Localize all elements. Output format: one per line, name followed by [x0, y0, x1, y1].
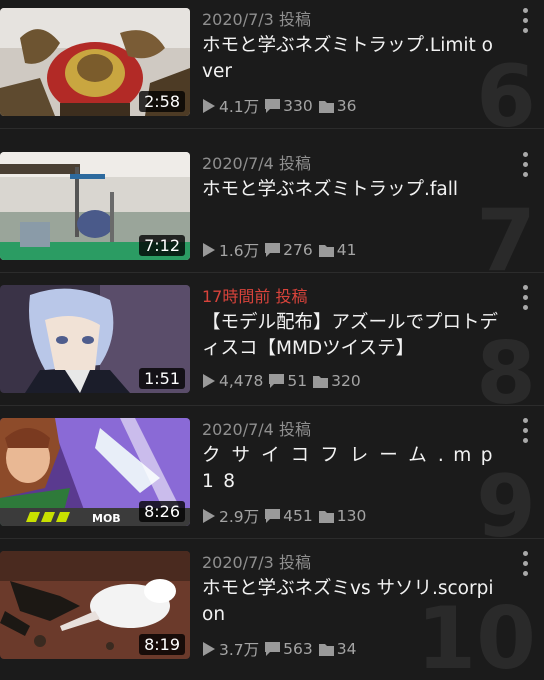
comment-icon: [265, 509, 281, 523]
list-item[interactable]: 7:12 2020/7/4 投稿 ホモと学ぶネズミトラップ.fall 7 1.6…: [0, 140, 544, 273]
list-item[interactable]: 1:51 17時間前 投稿 【モデル配布】アズールでプロトディスコ【MMDツイス…: [0, 273, 544, 406]
folder-icon: [318, 244, 334, 257]
play-icon: [203, 642, 215, 656]
video-thumbnail[interactable]: 7:12: [0, 152, 190, 260]
comment-count-value: 451: [283, 507, 313, 525]
video-thumbnail[interactable]: 1:51: [0, 285, 190, 393]
more-vertical-icon[interactable]: [518, 551, 532, 577]
more-vertical-icon[interactable]: [518, 285, 532, 311]
mylist-count: 36: [318, 97, 357, 115]
view-count: 3.7万: [202, 638, 259, 660]
comment-count: 451: [265, 507, 313, 525]
post-date: 2020/7/4 投稿: [202, 420, 311, 439]
mylist-count: 41: [318, 241, 357, 259]
more-vertical-icon[interactable]: [518, 418, 532, 444]
post-date: 2020/7/3 投稿: [202, 10, 311, 29]
video-duration: 2:58: [139, 91, 185, 112]
video-duration: 8:26: [139, 501, 185, 522]
comment-count: 276: [265, 241, 313, 259]
video-stats: 3.7万 563 34: [202, 638, 362, 660]
view-count-value: 1.6万: [219, 242, 260, 260]
comment-count-value: 563: [283, 640, 313, 658]
more-vertical-icon[interactable]: [518, 152, 532, 178]
view-count-value: 4,478: [219, 372, 264, 390]
comment-count: 563: [265, 640, 313, 658]
mylist-count-value: 34: [336, 640, 357, 658]
video-duration: 7:12: [139, 235, 185, 256]
comment-count-value: 51: [287, 372, 308, 390]
video-stats: 4,478 51 320: [202, 372, 367, 390]
list-item[interactable]: 2:58 2020/7/3 投稿 ホモと学ぶネズミトラップ.Limit over…: [0, 0, 544, 129]
folder-icon: [318, 510, 334, 523]
comment-icon: [269, 374, 285, 388]
comment-icon: [265, 243, 281, 257]
rank-number: 6: [476, 47, 536, 129]
post-date: 17時間前 投稿: [202, 287, 308, 306]
view-count-value: 2.9万: [219, 508, 260, 526]
comment-count-value: 330: [283, 97, 313, 115]
folder-icon: [318, 643, 334, 656]
mylist-count: 130: [318, 507, 367, 525]
view-count: 1.6万: [202, 239, 259, 261]
view-count-value: 3.7万: [219, 641, 260, 659]
video-stats: 2.9万 451 130: [202, 505, 372, 527]
comment-count-value: 276: [283, 241, 313, 259]
video-title[interactable]: 【モデル配布】アズールでプロトディスコ【MMDツイステ】: [202, 310, 502, 362]
mylist-count: 320: [313, 372, 361, 390]
rank-number: 9: [476, 457, 536, 539]
video-thumbnail[interactable]: 2:58: [0, 8, 190, 116]
video-title[interactable]: ホモと学ぶネズミトラップ.fall: [202, 177, 502, 203]
mylist-count-value: 36: [336, 97, 357, 115]
video-stats: 4.1万 330 36: [202, 95, 362, 117]
folder-icon: [313, 375, 329, 388]
video-ranking-list: 2:58 2020/7/3 投稿 ホモと学ぶネズミトラップ.Limit over…: [0, 0, 544, 680]
video-duration: 1:51: [139, 368, 185, 389]
more-vertical-icon[interactable]: [518, 8, 532, 34]
mylist-count-value: 41: [336, 241, 357, 259]
video-title[interactable]: ホモと学ぶネズミトラップ.Limit over: [202, 33, 502, 85]
video-thumbnail[interactable]: 8:19: [0, 551, 190, 659]
list-item[interactable]: 8:19 2020/7/3 投稿 ホモと学ぶネズミvs サソリ.scorpion…: [0, 539, 544, 680]
video-thumbnail[interactable]: MOB 8:26: [0, 418, 190, 526]
play-icon: [203, 374, 215, 388]
mylist-count-value: 320: [331, 372, 361, 390]
rank-number: 7: [476, 191, 536, 273]
mylist-count: 34: [318, 640, 357, 658]
post-date: 2020/7/3 投稿: [202, 553, 311, 572]
view-count: 4.1万: [202, 95, 259, 117]
video-stats: 1.6万 276 41: [202, 239, 362, 261]
comment-count: 51: [269, 372, 307, 390]
mylist-count-value: 130: [336, 507, 367, 525]
comment-count: 330: [265, 97, 313, 115]
rank-number: 10: [416, 589, 536, 680]
comment-icon: [265, 99, 281, 113]
folder-icon: [318, 100, 334, 113]
play-icon: [203, 509, 215, 523]
play-icon: [203, 99, 215, 113]
play-icon: [203, 243, 215, 257]
list-item[interactable]: MOB 8:26 2020/7/4 投稿 クサイコフレーム.mp18 9 2.9…: [0, 406, 544, 539]
comment-icon: [265, 642, 281, 656]
view-count: 2.9万: [202, 505, 259, 527]
rank-number: 8: [476, 324, 536, 406]
view-count-value: 4.1万: [219, 98, 260, 116]
mobile-logo-text: MOB: [92, 512, 121, 525]
post-date: 2020/7/4 投稿: [202, 154, 311, 173]
video-title[interactable]: クサイコフレーム.mp18: [202, 443, 502, 495]
video-duration: 8:19: [139, 634, 185, 655]
view-count: 4,478: [202, 372, 263, 390]
